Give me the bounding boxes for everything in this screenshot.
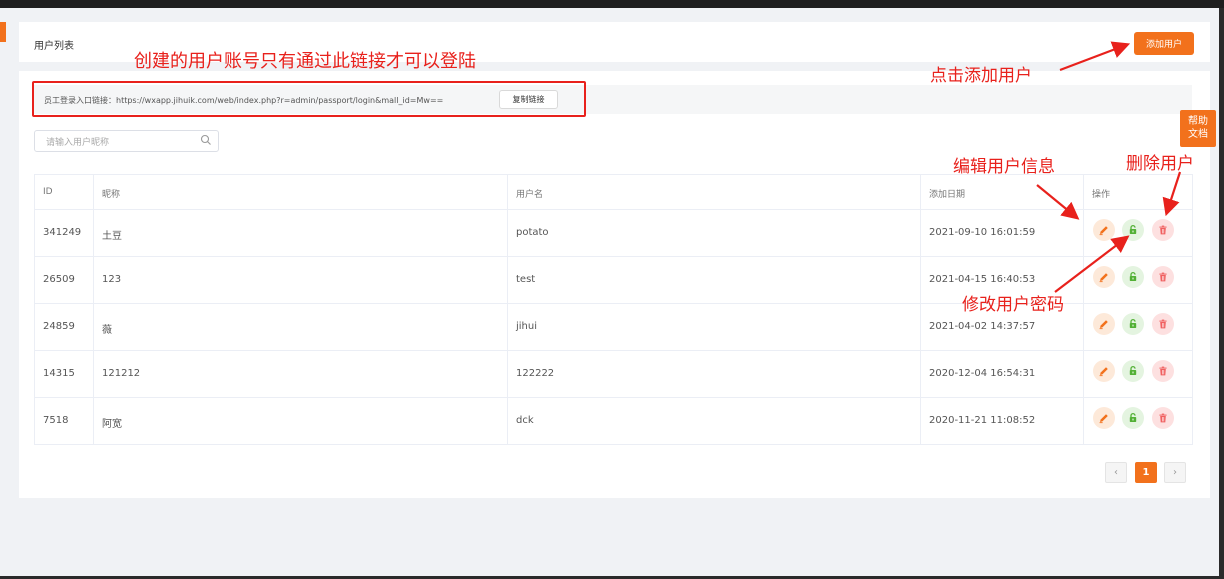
- unlock-icon: [1127, 271, 1139, 283]
- annotation-password-note: 修改用户密码: [962, 295, 1064, 315]
- cell-date: 2021-04-02 14:37:57: [929, 321, 1036, 332]
- column-header-date: 添加日期: [929, 190, 966, 200]
- cell-date: 2021-04-15 16:40:53: [929, 274, 1036, 285]
- top-bar: [0, 0, 1224, 8]
- help-docs-tab[interactable]: 帮助 文档: [1180, 110, 1216, 147]
- unlock-icon: [1127, 412, 1139, 424]
- page-title: 用户列表: [34, 41, 74, 52]
- pagination-prev-button[interactable]: ‹: [1105, 462, 1127, 483]
- cell-username: dck: [516, 415, 534, 426]
- edit-user-button[interactable]: [1093, 407, 1115, 429]
- column-header-username: 用户名: [516, 190, 544, 200]
- trash-icon: [1157, 365, 1169, 377]
- cell-nickname: 123: [102, 274, 122, 285]
- pencil-icon: [1098, 412, 1110, 424]
- delete-user-button[interactable]: [1152, 360, 1174, 382]
- edit-user-button[interactable]: [1093, 360, 1115, 382]
- change-password-button[interactable]: [1122, 219, 1144, 241]
- delete-user-button[interactable]: [1152, 407, 1174, 429]
- cell-username: potato: [516, 227, 549, 238]
- left-accent: [0, 22, 6, 42]
- cell-username: jihui: [516, 321, 538, 332]
- delete-user-button[interactable]: [1152, 313, 1174, 335]
- search-placeholder: 请输入用户昵称: [46, 138, 110, 148]
- pencil-icon: [1098, 318, 1110, 330]
- cell-nickname: 阿宽: [102, 419, 122, 430]
- table-row: 341249 土豆 potato 2021-09-10 16:01:59: [35, 210, 1192, 257]
- cell-id: 341249: [43, 227, 82, 238]
- pagination-page-1[interactable]: 1: [1135, 462, 1157, 483]
- column-header-actions: 操作: [1092, 190, 1111, 200]
- table-header-row: ID 昵称 用户名 添加日期 操作: [35, 175, 1192, 210]
- cell-username: 122222: [516, 368, 555, 379]
- change-password-button[interactable]: [1122, 407, 1144, 429]
- cell-id: 14315: [43, 368, 75, 379]
- table-row: 7518 阿宽 dck 2020-11-21 11:08:52: [35, 398, 1192, 444]
- cell-nickname: 薇: [102, 325, 112, 336]
- cell-date: 2020-11-21 11:08:52: [929, 415, 1036, 426]
- cell-date: 2021-09-10 16:01:59: [929, 227, 1036, 238]
- pencil-icon: [1098, 365, 1110, 377]
- annotation-link-note: 创建的用户账号只有通过此链接才可以登陆: [134, 51, 476, 72]
- cell-id: 26509: [43, 274, 75, 285]
- cell-nickname: 土豆: [102, 231, 122, 242]
- edit-user-button[interactable]: [1093, 219, 1115, 241]
- column-header-nickname: 昵称: [102, 190, 121, 200]
- trash-icon: [1157, 271, 1169, 283]
- change-password-button[interactable]: [1122, 313, 1144, 335]
- right-edge: [1219, 8, 1224, 579]
- trash-icon: [1157, 224, 1169, 236]
- pagination-next-button[interactable]: ›: [1164, 462, 1186, 483]
- edit-user-button[interactable]: [1093, 266, 1115, 288]
- cell-date: 2020-12-04 16:54:31: [929, 368, 1036, 379]
- pencil-icon: [1098, 271, 1110, 283]
- help-tab-line1: 帮助: [1188, 116, 1208, 127]
- search-icon[interactable]: [200, 134, 212, 146]
- change-password-button[interactable]: [1122, 360, 1144, 382]
- column-header-id: ID: [43, 187, 53, 197]
- edit-user-button[interactable]: [1093, 313, 1115, 335]
- annotation-edit-note: 编辑用户信息: [953, 157, 1055, 177]
- change-password-button[interactable]: [1122, 266, 1144, 288]
- annotation-highlight-box: [32, 81, 586, 117]
- cell-id: 7518: [43, 415, 69, 426]
- cell-username: test: [516, 274, 536, 285]
- unlock-icon: [1127, 365, 1139, 377]
- table-row: 14315 121212 122222 2020-12-04 16:54:31: [35, 351, 1192, 398]
- unlock-icon: [1127, 318, 1139, 330]
- pencil-icon: [1098, 224, 1110, 236]
- trash-icon: [1157, 412, 1169, 424]
- annotation-add-note: 点击添加用户: [930, 66, 1032, 86]
- unlock-icon: [1127, 224, 1139, 236]
- delete-user-button[interactable]: [1152, 266, 1174, 288]
- trash-icon: [1157, 318, 1169, 330]
- cell-id: 24859: [43, 321, 75, 332]
- delete-user-button[interactable]: [1152, 219, 1174, 241]
- add-user-button[interactable]: 添加用户: [1134, 32, 1194, 55]
- annotation-delete-note: 删除用户: [1126, 154, 1194, 174]
- help-tab-line2: 文档: [1188, 129, 1208, 140]
- cell-nickname: 121212: [102, 368, 141, 379]
